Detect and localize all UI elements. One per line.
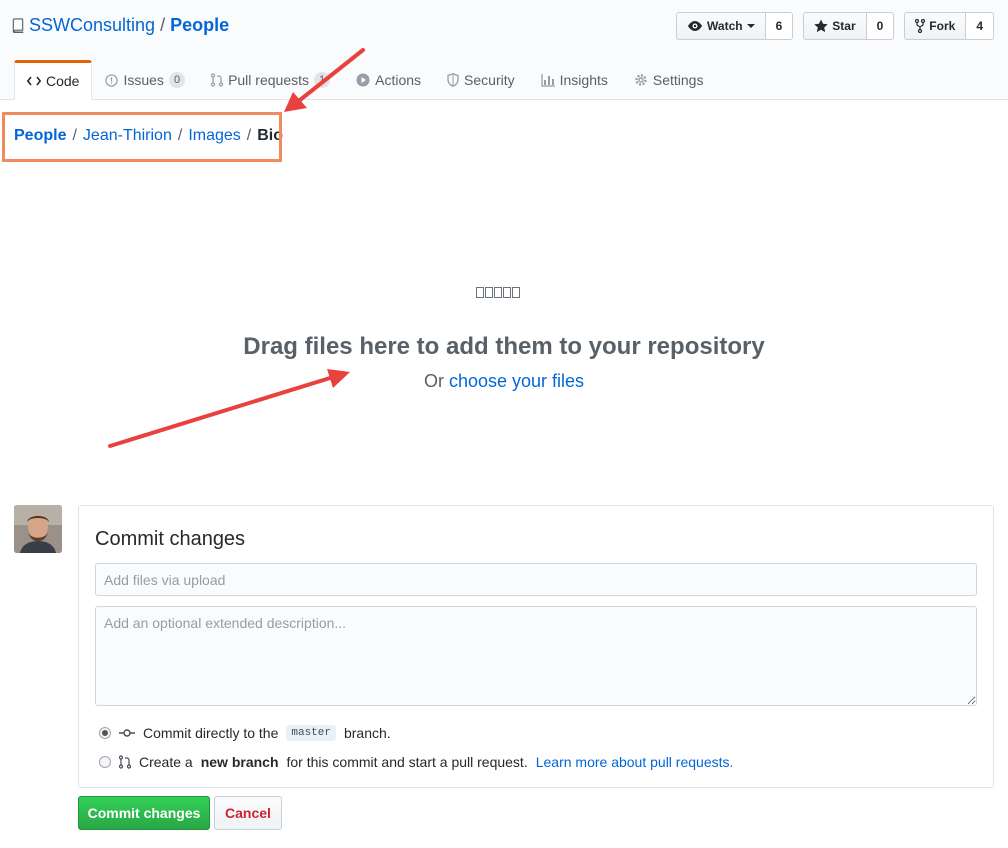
fork-count[interactable]: 4	[966, 12, 994, 40]
choose-files-link[interactable]: choose your files	[449, 371, 584, 391]
eye-icon	[688, 21, 703, 31]
tab-actions-label: Actions	[375, 72, 422, 88]
tab-code-label: Code	[46, 73, 80, 89]
graph-icon	[540, 73, 555, 87]
learn-more-link[interactable]: Learn more about pull requests.	[536, 754, 734, 770]
fork-button[interactable]: Fork	[904, 12, 967, 40]
cancel-button[interactable]: Cancel	[214, 796, 282, 830]
repo-title-separator: /	[160, 15, 166, 35]
tab-code[interactable]: Code	[14, 60, 93, 100]
commit-summary-input[interactable]	[95, 563, 977, 596]
commit-description-textarea[interactable]	[95, 606, 977, 706]
commit-new-suffix: for this commit and start a pull request…	[286, 754, 528, 770]
commit-changes-button[interactable]: Commit changes	[78, 796, 210, 830]
commit-form-panel: Commit changes Commit directly to the ma…	[78, 505, 994, 788]
fork-icon	[915, 19, 926, 33]
commit-form-title: Commit changes	[95, 528, 246, 550]
watch-label: Watch	[707, 19, 743, 33]
dropzone-subtitle: Or choose your files	[0, 371, 1008, 392]
file-types-icon	[476, 287, 520, 298]
tab-settings-label: Settings	[652, 72, 704, 88]
watch-button-group: Watch 6	[676, 12, 794, 40]
code-icon	[27, 76, 41, 86]
pull-requests-counter: 1	[314, 72, 331, 88]
tab-insights[interactable]: Insights	[528, 60, 621, 100]
commit-direct-radio[interactable]	[99, 727, 111, 739]
git-pull-request-icon	[211, 73, 224, 87]
commit-direct-prefix: Commit directly to the	[143, 725, 279, 741]
tab-issues-label: Issues	[123, 72, 164, 88]
chevron-down-icon	[746, 24, 755, 28]
repo-name-link[interactable]: People	[170, 15, 229, 36]
avatar	[14, 505, 62, 553]
repo-header: SSWConsulting / People Watch 6 Star 0 Fo…	[0, 0, 1008, 100]
watch-button[interactable]: Watch	[676, 12, 766, 40]
git-commit-icon	[119, 729, 135, 737]
tab-security-label: Security	[464, 72, 515, 88]
branch-name-code: master	[286, 725, 336, 741]
git-pull-request-icon	[119, 755, 131, 769]
commit-direct-option: Commit directly to the master branch.	[99, 725, 391, 741]
commit-new-prefix: Create a	[139, 754, 193, 770]
repo-book-icon	[12, 18, 24, 33]
watch-count[interactable]: 6	[765, 12, 794, 40]
issue-opened-icon	[105, 73, 119, 87]
tab-insights-label: Insights	[559, 72, 608, 88]
gear-icon	[635, 74, 647, 86]
fork-label: Fork	[929, 19, 956, 33]
repo-title: SSWConsulting / People	[12, 15, 229, 36]
star-button-group: Star 0	[803, 12, 895, 40]
star-icon	[814, 19, 828, 33]
issues-counter: 0	[168, 72, 186, 88]
dropzone-title: Drag files here to add them to your repo…	[243, 333, 765, 360]
repo-nav-tabs: Code Issues 0 Pull requests 1 Actions Se…	[14, 60, 716, 100]
tab-issues[interactable]: Issues 0	[92, 60, 198, 100]
fork-button-group: Fork 4	[904, 12, 994, 40]
star-label: Star	[832, 19, 856, 33]
tab-settings[interactable]: Settings	[621, 60, 717, 100]
dropzone-or: Or	[423, 371, 444, 391]
repo-owner-link[interactable]: SSWConsulting	[29, 15, 155, 36]
commit-new-branch-option: Create a new branch for this commit and …	[99, 754, 733, 770]
shield-icon	[447, 73, 459, 87]
commit-direct-suffix: branch.	[343, 725, 391, 741]
commit-new-bold: new branch	[200, 754, 279, 770]
tab-pull-requests[interactable]: Pull requests 1	[198, 60, 343, 100]
star-button[interactable]: Star	[803, 12, 867, 40]
play-icon	[356, 73, 370, 87]
repo-actions: Watch 6 Star 0 Fork 4	[676, 12, 994, 40]
annotation-highlight-box	[2, 112, 282, 162]
tab-actions[interactable]: Actions	[343, 60, 434, 100]
tab-security[interactable]: Security	[434, 60, 528, 100]
tab-pull-requests-label: Pull requests	[228, 72, 309, 88]
star-count[interactable]: 0	[866, 12, 895, 40]
commit-new-branch-radio[interactable]	[99, 756, 111, 768]
